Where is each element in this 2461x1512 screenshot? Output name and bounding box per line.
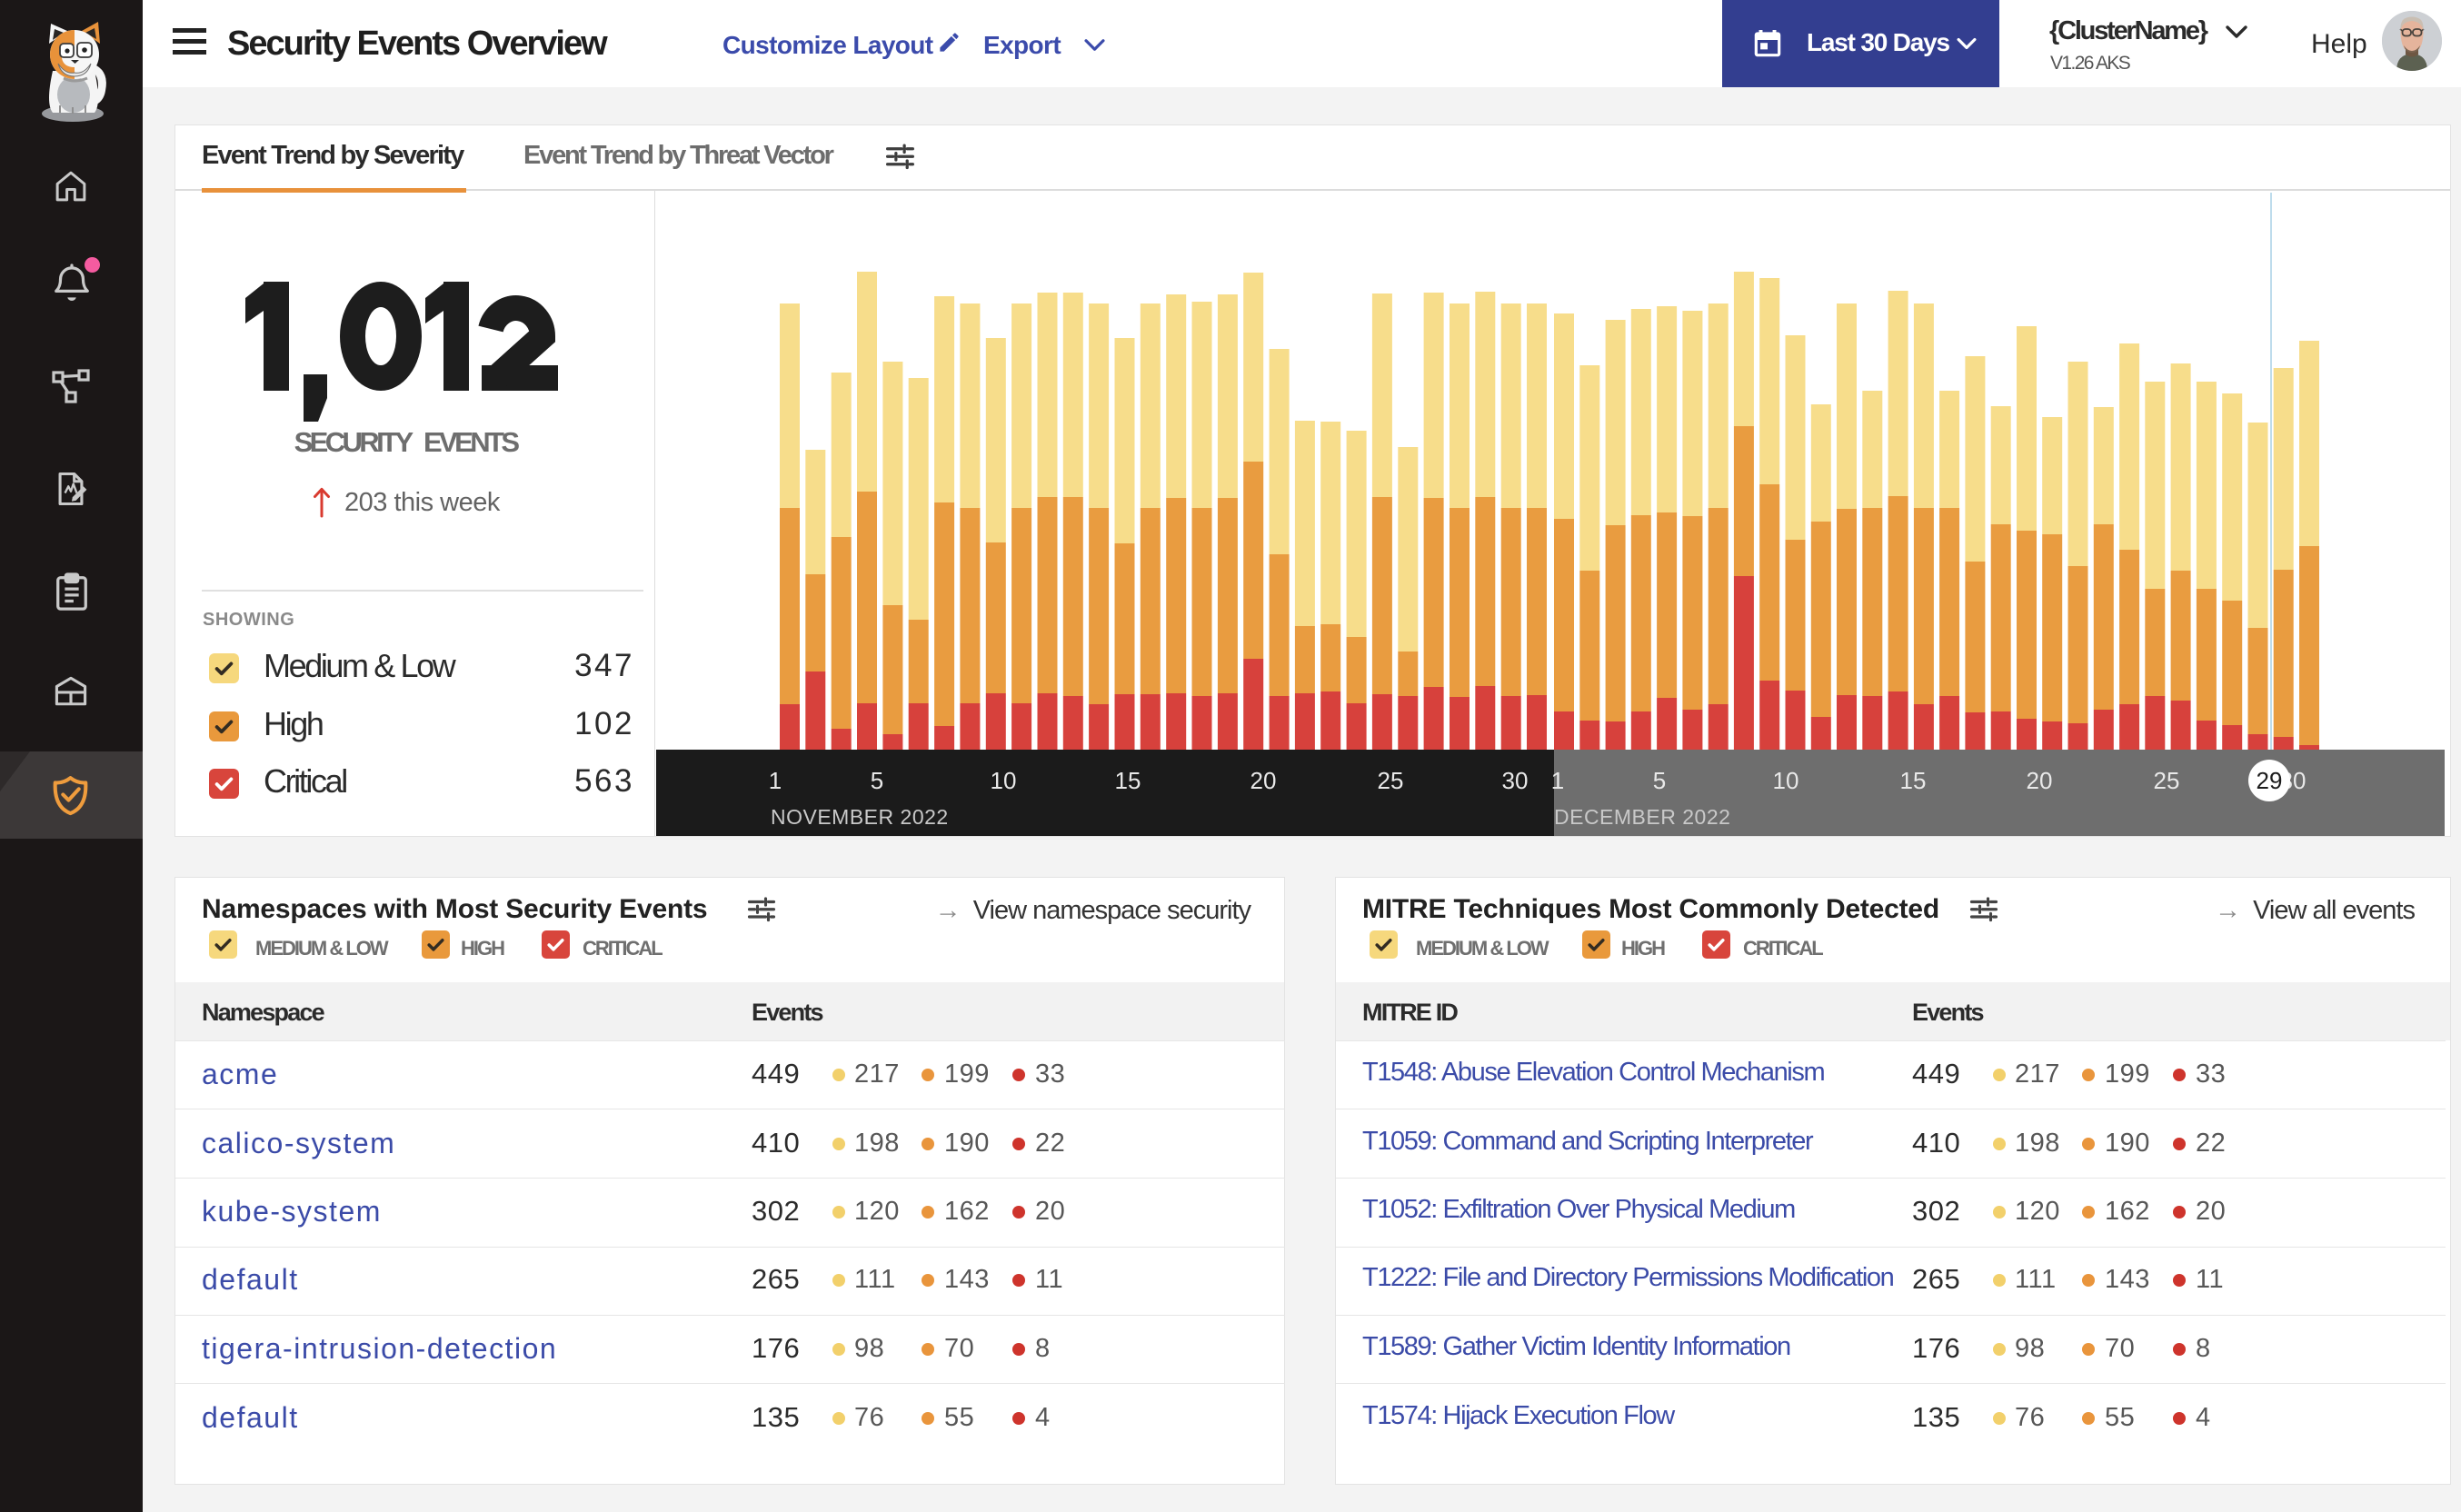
svg-text:DECEMBER 2022: DECEMBER 2022 [1554,805,1730,829]
svg-text:30: 30 [1502,767,1529,794]
svg-text:29: 29 [2257,767,2283,794]
svg-text:10: 10 [991,767,1017,794]
svg-text:15: 15 [1900,767,1927,794]
svg-text:1: 1 [1551,767,1564,794]
svg-text:20: 20 [1250,767,1277,794]
svg-text:20: 20 [2027,767,2053,794]
svg-text:25: 25 [1378,767,1404,794]
svg-text:25: 25 [2154,767,2180,794]
svg-text:15: 15 [1115,767,1141,794]
svg-text:1: 1 [769,767,782,794]
svg-text:10: 10 [1773,767,1799,794]
svg-text:5: 5 [871,767,883,794]
svg-text:NOVEMBER 2022: NOVEMBER 2022 [771,805,949,829]
svg-text:5: 5 [1653,767,1666,794]
